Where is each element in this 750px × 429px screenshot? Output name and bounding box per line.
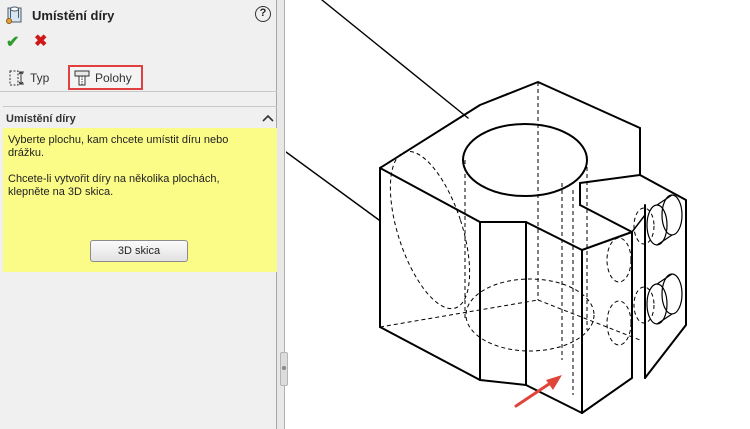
- checkmark-icon[interactable]: ✔: [6, 32, 22, 51]
- red-arrow: [514, 375, 562, 408]
- message-box: Vyberte plochu, kam chcete umístit díru …: [3, 128, 277, 272]
- hole-position-icon: [74, 70, 90, 85]
- hole-position-section: Umístění díry Vyberte plochu, kam chcete…: [3, 106, 277, 272]
- hole-wizard-icon: [6, 6, 22, 24]
- chevron-up-icon[interactable]: [262, 113, 274, 123]
- panel-header: Umístění díry ?: [0, 0, 277, 30]
- question-icon[interactable]: ?: [255, 6, 271, 22]
- model-geometry: [286, 0, 687, 414]
- graphics-viewport[interactable]: [286, 0, 750, 429]
- property-manager-panel: Umístění díry ? ✔ ✖ Typ Polohy Umístění …: [0, 0, 277, 429]
- hole-type-icon: [9, 70, 24, 85]
- panel-tabs: Typ Polohy: [0, 62, 277, 92]
- message-line: Vyberte plochu, kam chcete umístit díru …: [8, 134, 229, 146]
- 3d-sketch-button[interactable]: 3D skica: [90, 240, 188, 262]
- section-title: Umístění díry: [6, 113, 76, 125]
- message-line: Chcete-li vytvořit díry na několika ploc…: [8, 173, 220, 185]
- close-icon[interactable]: ✖: [34, 31, 50, 50]
- message-line: klepněte na 3D skica.: [8, 186, 114, 198]
- side-holes: [646, 194, 683, 325]
- panel-title: Umístění díry: [32, 8, 115, 23]
- message-line: drážku.: [8, 147, 45, 159]
- tab-polohy-label: Polohy: [95, 70, 132, 85]
- tab-polohy[interactable]: Polohy: [68, 65, 143, 90]
- tab-typ[interactable]: Typ: [5, 65, 63, 90]
- tab-typ-label: Typ: [30, 70, 50, 85]
